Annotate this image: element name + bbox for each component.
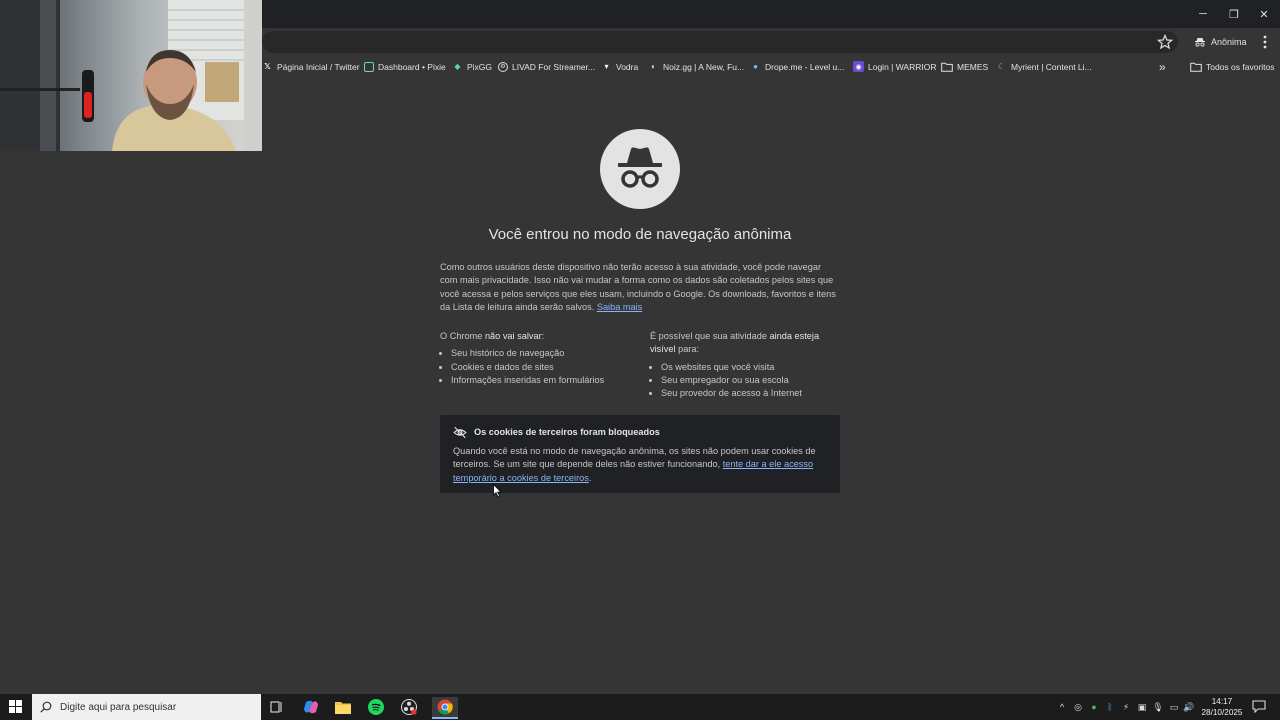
file-explorer-button[interactable] xyxy=(332,697,354,717)
chrome-taskbar-button[interactable] xyxy=(432,697,458,717)
bookmark-twitter[interactable]: 𝕏 Página Inicial / Twitter xyxy=(262,58,359,75)
incognito-description: Como outros usuários deste dispositivo n… xyxy=(440,262,836,312)
network-tray-icon[interactable]: ⚡ xyxy=(1120,700,1132,714)
noiz-icon: ◐ xyxy=(651,62,656,71)
not-saved-heading: O Chrome não vai salvar: xyxy=(440,331,545,341)
copilot-icon xyxy=(304,700,318,714)
spotify-button[interactable] xyxy=(365,697,387,717)
profile-label: Anônima xyxy=(1211,37,1247,47)
drope-icon: ● xyxy=(753,62,758,71)
visible-to-column: É possível que sua atividade ainda estej… xyxy=(650,330,840,400)
windows-start-icon[interactable] xyxy=(9,700,22,713)
volume-icon[interactable]: 🔊 xyxy=(1182,700,1196,714)
file-explorer-icon xyxy=(335,701,351,714)
chrome-icon xyxy=(437,699,453,715)
pixgg-icon: ◆ xyxy=(454,62,461,71)
clock-date: 28/10/2025 xyxy=(1201,708,1243,717)
close-button[interactable]: ✕ xyxy=(1249,0,1279,28)
visible-to-heading: É possível que sua atividade ainda estej… xyxy=(650,331,820,355)
vodra-icon: ▾ xyxy=(604,62,609,71)
folder-icon xyxy=(941,62,953,72)
webcam-overlay xyxy=(0,0,262,151)
bookmark-drope[interactable]: ● Drope.me - Level u... xyxy=(750,58,844,75)
active-app-indicator xyxy=(432,717,458,719)
bookmark-warrior[interactable]: ◉ Login | WARRIOR xyxy=(853,58,937,75)
notifications-icon[interactable] xyxy=(1252,700,1266,713)
incognito-logo xyxy=(600,129,680,209)
pixie-icon xyxy=(364,61,374,72)
search-placeholder: Digite aqui para pesquisar xyxy=(60,701,177,713)
all-bookmarks-button[interactable]: Todos os favoritos xyxy=(1190,58,1275,75)
incognito-profile-button[interactable]: Anônima xyxy=(1186,31,1254,53)
obs-button[interactable] xyxy=(398,697,420,717)
status-dot-icon[interactable]: ● xyxy=(1088,700,1100,714)
clock[interactable]: 14:17 28/10/2025 xyxy=(1196,696,1248,718)
list-item: Informações inseridas em formulários xyxy=(451,374,640,387)
obs-icon xyxy=(401,699,417,715)
copilot-button[interactable] xyxy=(300,697,322,717)
page-title: Você entrou no modo de navegação anônima xyxy=(488,226,792,243)
bookmark-myrient[interactable]: ☾ Myrient | Content Li... xyxy=(996,58,1092,75)
steam-tray-icon[interactable]: ◎ xyxy=(1072,700,1084,714)
bookmark-star-icon[interactable] xyxy=(1157,34,1173,50)
mouse-cursor-icon xyxy=(493,484,502,498)
camera-tray-icon[interactable]: ▣ xyxy=(1136,700,1148,714)
microphone-icon[interactable]: 🎙 xyxy=(1152,700,1164,714)
restore-button[interactable]: ❐ xyxy=(1219,0,1249,28)
list-item: Seu provedor de acesso à Internet xyxy=(661,387,840,400)
list-item: Seu empregador ou sua escola xyxy=(661,374,840,387)
taskbar-search-box[interactable]: Digite aqui para pesquisar xyxy=(32,694,261,720)
list-item: Seu histórico de navegação xyxy=(451,347,640,360)
warrior-icon: ◉ xyxy=(853,61,864,72)
list-item: Cookies e dados de sites xyxy=(451,361,640,374)
tray-overflow-icon[interactable]: ^ xyxy=(1056,700,1068,714)
bookmark-pixgg[interactable]: ◆ PixGG xyxy=(452,58,492,75)
livad-icon: ⚙ xyxy=(498,61,508,72)
not-saved-column: O Chrome não vai salvar: Seu histórico d… xyxy=(440,330,640,387)
task-view-button[interactable] xyxy=(266,697,288,717)
list-item: Os websites que você visita xyxy=(661,361,840,374)
chevron-double-right-icon: » xyxy=(1159,59,1166,74)
task-view-icon xyxy=(270,701,282,713)
more-options-icon[interactable] xyxy=(1258,34,1272,50)
minimize-button[interactable]: ─ xyxy=(1188,0,1218,28)
learn-more-link[interactable]: Saiba mais xyxy=(597,302,642,312)
folder-icon xyxy=(1190,62,1202,72)
clock-time: 14:17 xyxy=(1211,697,1233,706)
display-tray-icon[interactable]: ▭ xyxy=(1168,700,1180,714)
incognito-small-icon xyxy=(1195,38,1205,47)
bookmark-folder-memes[interactable]: MEMES xyxy=(941,58,988,75)
bookmark-noiz[interactable]: ◐ Noiz.gg | A New, Fu... xyxy=(648,58,744,75)
bluetooth-icon[interactable]: ᛒ xyxy=(1104,700,1116,714)
cookies-card-title: Os cookies de terceiros foram bloqueados xyxy=(474,427,660,437)
bookmarks-overflow-button[interactable]: » xyxy=(1159,58,1166,75)
bookmark-pixie[interactable]: Dashboard • Pixie xyxy=(364,58,446,75)
webcam-feed-image xyxy=(0,0,262,151)
cookies-card-body: Quando você está no modo de navegação an… xyxy=(453,446,816,483)
search-icon xyxy=(40,701,52,713)
incognito-icon xyxy=(618,147,662,188)
eye-off-icon xyxy=(453,426,467,439)
x-logo-icon: 𝕏 xyxy=(264,62,271,71)
bookmark-livad[interactable]: ⚙ LIVAD For Streamer... xyxy=(498,58,595,75)
spotify-icon xyxy=(368,699,384,715)
address-bar[interactable] xyxy=(262,31,1178,53)
myrient-icon: ☾ xyxy=(997,62,1006,71)
bookmark-vodra[interactable]: ▾ Vodra xyxy=(601,58,638,75)
